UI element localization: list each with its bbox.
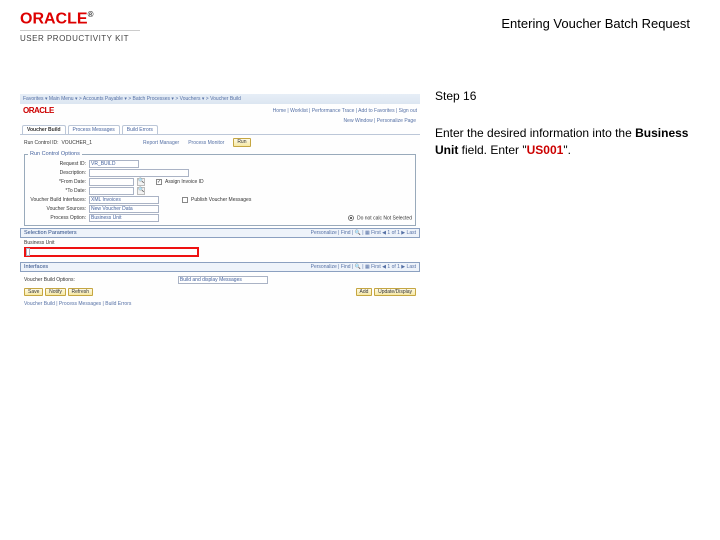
tab-build-errors[interactable]: Build Errors (122, 125, 158, 134)
page-tabs: Voucher Build Process Messages Build Err… (20, 125, 420, 135)
business-unit-input[interactable] (26, 248, 30, 256)
to-date-input[interactable] (89, 187, 134, 195)
upk-subtitle: USER PRODUCTIVITY KIT (20, 34, 140, 43)
business-unit-column-label: Business Unit (24, 240, 416, 246)
tab-voucher-build[interactable]: Voucher Build (22, 125, 66, 134)
voucher-sources-label: Voucher Sources: (28, 206, 86, 212)
description-input[interactable] (89, 169, 189, 177)
new-window-links[interactable]: New Window | Personalize Page (20, 117, 420, 125)
assign-invoice-checkbox[interactable] (156, 179, 162, 185)
save-button[interactable]: Save (24, 288, 43, 296)
publish-messages-label: Publish Voucher Messages (191, 197, 251, 203)
breadcrumb[interactable]: Favorites ▾ Main Menu ▾ > Accounts Payab… (20, 94, 420, 104)
vb-interfaces-label: Voucher Build Interfaces: (28, 197, 86, 203)
run-control-id-label: Run Control ID: (24, 140, 58, 146)
run-button[interactable]: Run (233, 138, 250, 147)
vb-interfaces-select[interactable]: XML Invoices (89, 196, 159, 204)
embedded-screenshot: Favorites ▾ Main Menu ▾ > Accounts Payab… (20, 94, 420, 310)
request-id-label: Request ID: (28, 161, 86, 167)
instruction-text: Enter the desired information into the B… (435, 125, 695, 157)
calc-radio-group: Do not calc Not Selected (348, 215, 412, 222)
instr-part3: ". (563, 143, 571, 157)
interfaces-header: Interfaces (24, 264, 48, 270)
voucher-build-options-select[interactable]: Build and display Messages (178, 276, 268, 284)
update-display-button[interactable]: Update/Display (374, 288, 416, 296)
selection-parameters-grid: Selection Parameters Personalize | Find … (20, 228, 420, 238)
oracle-logo-text: ORACLE (20, 10, 88, 27)
run-control-options-legend: Run Control Options (28, 151, 82, 157)
instr-part2: field. Enter " (458, 143, 526, 157)
run-control-options: Run Control Options Request ID: VR_BUILD… (24, 151, 416, 226)
from-date-label: *From Date: (28, 179, 86, 185)
refresh-button[interactable]: Refresh (68, 288, 94, 296)
brand-bar: ORACLE Home | Worklist | Performance Tra… (20, 104, 420, 117)
process-option-label: Process Option: (28, 215, 86, 221)
notify-button[interactable]: Notify (45, 288, 66, 296)
report-manager-link[interactable]: Report Manager (143, 140, 179, 146)
oracle-logo: ORACLE® (20, 10, 140, 28)
trademark-icon: ® (88, 10, 94, 19)
process-monitor-link[interactable]: Process Monitor (188, 140, 224, 146)
instr-value: US001 (527, 143, 564, 157)
logo-block: ORACLE® USER PRODUCTIVITY KIT (20, 10, 140, 43)
selection-parameters-header: Selection Parameters (24, 230, 77, 236)
calendar-icon[interactable] (137, 187, 145, 195)
selection-parameters-nav[interactable]: Personalize | Find | 🔍 | ▦ First ◀ 1 of … (311, 230, 416, 236)
page-header: ORACLE® USER PRODUCTIVITY KIT Entering V… (20, 10, 700, 49)
calc-radio-label: Do not calc Not Selected (357, 216, 412, 222)
interfaces-grid: Interfaces Personalize | Find | 🔍 | ▦ Fi… (20, 262, 420, 272)
to-date-label: *To Date: (28, 188, 86, 194)
description-label: Description: (28, 170, 86, 176)
run-control-id-value: VOUCHER_1 (61, 140, 92, 146)
business-unit-highlight (24, 247, 199, 257)
footer-tab-links[interactable]: Voucher Build | Process Messages | Build… (20, 298, 420, 310)
assign-invoice-label: Assign Invoice ID (165, 179, 204, 185)
calc-radio[interactable] (348, 215, 354, 221)
tab-process-messages[interactable]: Process Messages (68, 125, 120, 134)
publish-messages-checkbox[interactable] (182, 197, 188, 203)
voucher-sources-select[interactable]: New Voucher Data (89, 205, 159, 213)
instr-part1: Enter the desired information into the (435, 126, 635, 140)
step-label: Step 16 (435, 89, 695, 103)
process-option-select[interactable]: Business Unit (89, 214, 159, 222)
calendar-icon[interactable] (137, 178, 145, 186)
request-id-input[interactable]: VR_BUILD (89, 160, 139, 168)
voucher-build-options-label: Voucher Build Options: (24, 277, 75, 283)
breadcrumb-path[interactable]: Favorites ▾ Main Menu ▾ > Accounts Payab… (23, 96, 241, 102)
top-links[interactable]: Home | Worklist | Performance Trace | Ad… (273, 108, 417, 114)
page-title: Entering Voucher Batch Request (501, 10, 700, 31)
add-button[interactable]: Add (356, 288, 373, 296)
from-date-input[interactable] (89, 178, 134, 186)
oracle-mini-logo: ORACLE (23, 106, 54, 115)
interfaces-nav[interactable]: Personalize | Find | 🔍 | ▦ First ◀ 1 of … (311, 264, 416, 270)
